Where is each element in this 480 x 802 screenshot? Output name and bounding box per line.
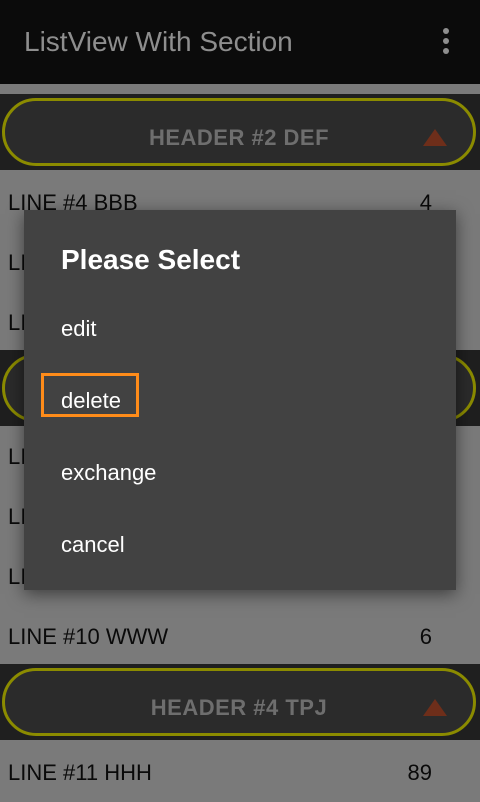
list-item-value: 89 — [407, 760, 432, 785]
dialog-item-label: exchange — [61, 460, 157, 485]
app-bar: ListView With Section — [0, 0, 480, 84]
section-header-pill: HEADER #4 TPJ — [2, 668, 476, 736]
list-item-label: LINE #10 WWW — [8, 624, 169, 649]
section-header[interactable]: HEADER #2 DEF — [0, 94, 480, 170]
section-header[interactable]: HEADER #4 TPJ — [0, 664, 480, 740]
dialog-item-label: edit — [61, 316, 97, 341]
dialog-item-cancel[interactable]: cancel — [24, 514, 456, 574]
section-header-label: HEADER #4 TPJ — [150, 695, 328, 720]
section-header-pill: HEADER #2 DEF — [2, 98, 476, 166]
dialog-item-edit[interactable]: edit — [24, 298, 456, 358]
dialog-title: Please Select — [61, 244, 241, 275]
section-header-label: HEADER #2 DEF — [148, 125, 330, 150]
more-vert-icon[interactable] — [436, 28, 456, 58]
list-item[interactable]: LINE #11 HHH 89 — [0, 742, 480, 802]
app-title: ListView With Section — [24, 26, 293, 57]
triangle-up-icon — [423, 699, 447, 716]
list-item-value: 6 — [419, 624, 432, 649]
triangle-up-icon — [423, 129, 447, 146]
dialog-item-label: cancel — [61, 532, 125, 557]
selection-highlight — [41, 373, 139, 417]
select-dialog: Please Select edit delete exchange cance… — [24, 210, 456, 590]
dialog-item-exchange[interactable]: exchange — [24, 442, 456, 502]
list-item-label: LINE #11 HHH — [8, 760, 152, 785]
list-item[interactable]: LINE #10 WWW 6 — [0, 606, 480, 666]
